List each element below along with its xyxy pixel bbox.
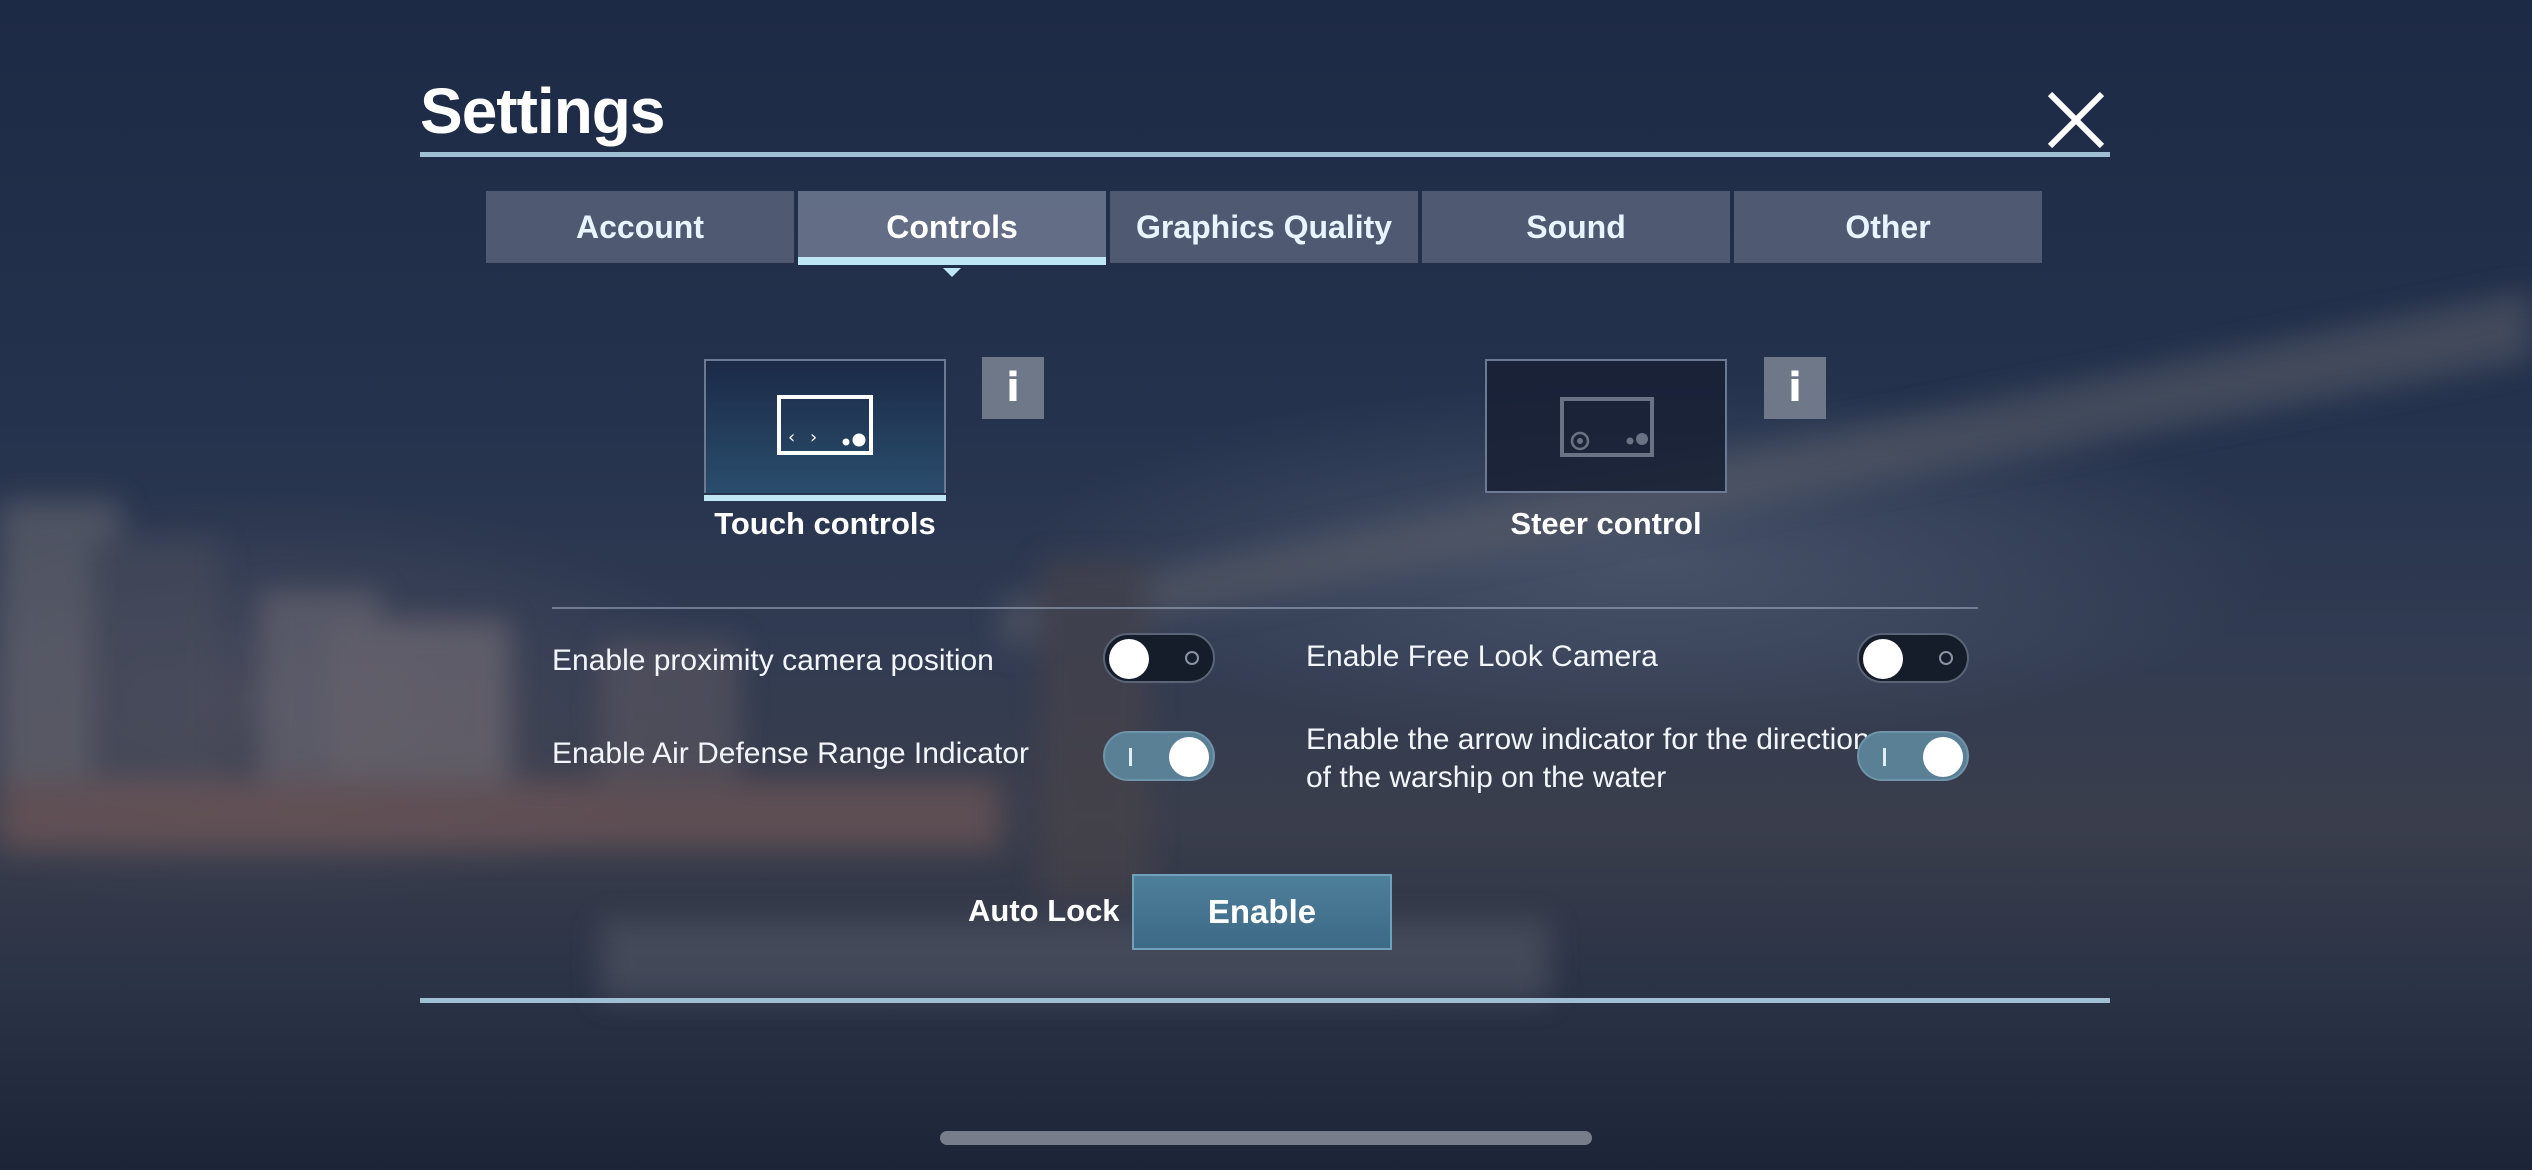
toggle-on-icon <box>1883 748 1886 766</box>
info-icon: i <box>1788 365 1802 411</box>
toggle-knob <box>1863 639 1903 679</box>
touch-controls-info-button[interactable]: i <box>982 357 1044 419</box>
touch-controls-icon: ‹ › <box>777 395 873 455</box>
touch-controls-label: Touch controls <box>714 506 936 541</box>
section-divider <box>552 607 1978 609</box>
arrow-indicator-label-line1: Enable the arrow indicator for the direc… <box>1306 723 1870 756</box>
steer-control-icon <box>1560 397 1654 457</box>
home-indicator[interactable] <box>940 1131 1592 1145</box>
tab-sound[interactable]: Sound <box>1422 191 1730 263</box>
toggle-on-icon <box>1129 748 1132 766</box>
arrow-indicator-toggle[interactable] <box>1857 731 1969 781</box>
svg-text:›: › <box>810 427 817 448</box>
tab-graphics-quality[interactable]: Graphics Quality <box>1110 191 1418 263</box>
footer-divider <box>420 998 2110 1003</box>
toggle-knob <box>1923 737 1963 777</box>
close-button[interactable] <box>2040 84 2112 156</box>
arrow-indicator-label: Enable the arrow indicator for the direc… <box>1306 721 1870 797</box>
toggle-knob <box>1109 639 1149 679</box>
toggle-off-icon <box>1939 651 1953 665</box>
arrow-indicator-label-line2: of the warship on the water <box>1306 761 1667 794</box>
header-divider <box>420 152 2110 157</box>
steer-control-option[interactable] <box>1485 359 1727 493</box>
toggle-off-icon <box>1185 651 1199 665</box>
tab-account[interactable]: Account <box>486 191 794 263</box>
free-look-camera-toggle[interactable] <box>1857 633 1969 683</box>
auto-lock-label: Auto Lock <box>968 893 1120 928</box>
svg-text:‹: ‹ <box>788 427 795 448</box>
tab-controls[interactable]: Controls <box>798 191 1106 277</box>
proximity-camera-label: Enable proximity camera position <box>552 644 994 677</box>
air-defense-indicator-label: Enable Air Defense Range Indicator <box>552 737 1029 770</box>
close-icon <box>2047 91 2105 149</box>
air-defense-indicator-toggle[interactable] <box>1103 731 1215 781</box>
touch-controls-option[interactable]: ‹ › <box>704 359 946 501</box>
page-title: Settings <box>420 75 665 147</box>
settings-tabs: Account Controls Graphics Quality Sound … <box>486 191 2042 277</box>
background-scene <box>0 290 2532 1000</box>
steer-control-label: Steer control <box>1510 506 1702 541</box>
free-look-camera-label: Enable Free Look Camera <box>1306 640 1658 673</box>
steer-control-info-button[interactable]: i <box>1764 357 1826 419</box>
toggle-knob <box>1169 737 1209 777</box>
info-icon: i <box>1006 365 1020 411</box>
auto-lock-enable-button[interactable]: Enable <box>1132 874 1392 950</box>
proximity-camera-toggle[interactable] <box>1103 633 1215 683</box>
tab-other[interactable]: Other <box>1734 191 2042 263</box>
